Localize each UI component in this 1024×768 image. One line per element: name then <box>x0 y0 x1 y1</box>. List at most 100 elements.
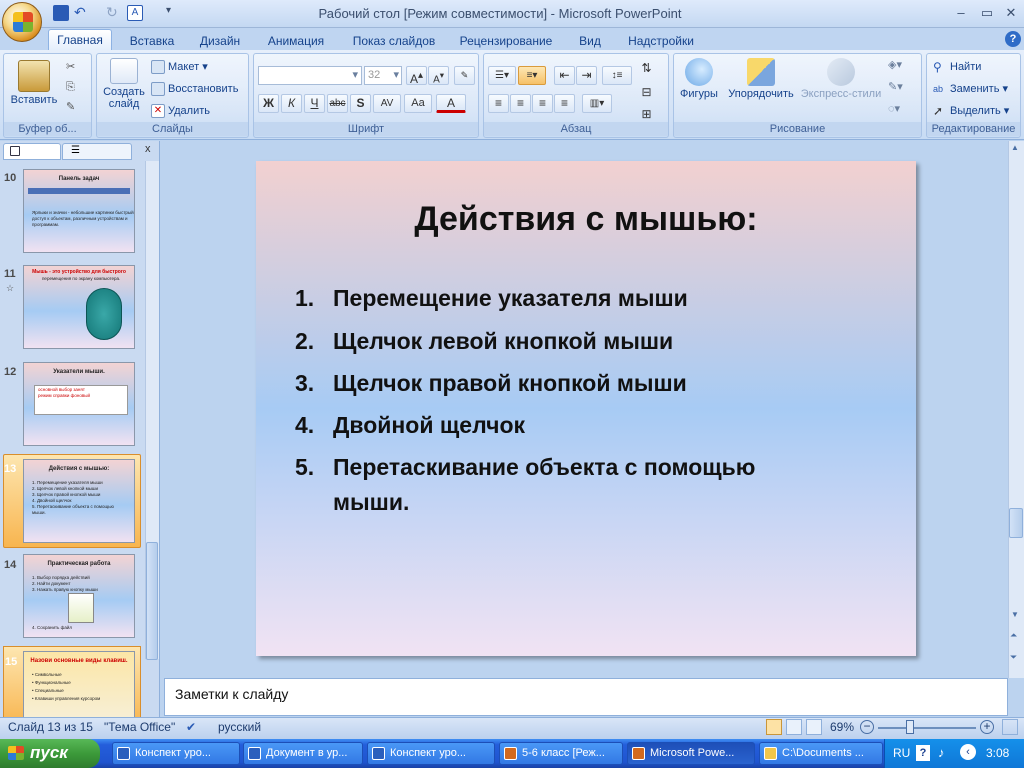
taskbar-item[interactable]: Документ в ур... <box>243 742 363 765</box>
align-center-icon[interactable]: ≡ <box>510 94 531 113</box>
slide-thumbnail-11[interactable]: Мышь - это устройство для быстрого перем… <box>23 265 135 349</box>
justify-icon[interactable]: ≡ <box>554 94 575 113</box>
notes-pane[interactable]: Заметки к слайду <box>164 678 1008 716</box>
slide-scrollbar[interactable] <box>1008 141 1024 678</box>
line-spacing-icon[interactable]: ↕≡ <box>602 66 632 85</box>
strikethrough-button[interactable]: abc <box>327 94 348 113</box>
tab-home[interactable]: Главная <box>48 29 112 51</box>
format-painter-icon[interactable]: ✎ <box>66 98 75 116</box>
customize-qat-icon[interactable]: ▾ <box>166 5 182 21</box>
bold-button[interactable]: Ж <box>258 94 279 113</box>
undo-icon[interactable]: ↶ <box>74 5 90 21</box>
bullets-icon[interactable]: ☰▾ <box>488 66 516 85</box>
previous-slide-icon[interactable]: ⏶ <box>1010 630 1017 641</box>
font-name-combo[interactable]: ▾ <box>258 66 362 85</box>
close-pane-icon[interactable]: x <box>145 143 151 155</box>
arrange-button[interactable]: Упорядочить <box>724 58 798 100</box>
redo-icon[interactable]: ↻ <box>106 5 122 21</box>
replace-button[interactable]: ab Заменить ▾ <box>933 80 1008 98</box>
expand-tray-icon[interactable]: ‹ <box>960 744 976 760</box>
tab-slides-thumbnails[interactable] <box>3 143 61 160</box>
zoom-out-icon[interactable]: − <box>860 720 874 734</box>
spellcheck-icon[interactable]: ✔ <box>186 720 196 734</box>
slide-thumbnail-10[interactable]: Панель задач Ярлыки и значки - небольшие… <box>23 169 135 253</box>
slide-thumbnail-14[interactable]: Практическая работа 1. Выбор порядка дей… <box>23 554 135 638</box>
next-slide-icon[interactable]: ⏷ <box>1010 652 1017 663</box>
paste-button[interactable]: Вставить <box>8 60 60 106</box>
language-indicator[interactable]: русский <box>218 720 261 734</box>
shape-outline-icon[interactable]: ✎▾ <box>888 78 903 96</box>
char-spacing-button[interactable]: AV <box>373 94 401 113</box>
shadow-button[interactable]: S <box>350 94 371 113</box>
delete-slide-button[interactable]: ✕ Удалить <box>151 102 210 120</box>
align-left-icon[interactable]: ≡ <box>488 94 509 113</box>
clear-format-icon[interactable]: ✎ <box>454 66 475 85</box>
speaker-icon[interactable]: ♪ <box>938 745 945 760</box>
scroll-down-icon[interactable]: ▼ <box>1011 610 1019 619</box>
reset-button[interactable]: Восстановить <box>151 80 238 98</box>
fit-to-window-icon[interactable] <box>1002 719 1018 735</box>
normal-view-icon[interactable] <box>766 719 782 735</box>
underline-button[interactable]: Ч <box>304 94 325 113</box>
tab-animation[interactable]: Анимация <box>260 32 332 50</box>
numbering-icon[interactable]: ≡▾ <box>518 66 546 85</box>
quick-styles-button[interactable]: Экспресс-стили <box>798 58 884 100</box>
align-right-icon[interactable]: ≡ <box>532 94 553 113</box>
taskbar-item[interactable]: C:\Documents ... <box>759 742 883 765</box>
zoom-slider-track[interactable] <box>878 727 976 729</box>
slide-list-item[interactable]: 5. Перетаскивание объекта с помощью <box>295 449 755 485</box>
cut-icon[interactable]: ✂ <box>66 58 75 76</box>
font-size-combo[interactable]: 32 ▾ <box>364 66 402 85</box>
font-color-button[interactable]: A <box>436 94 466 113</box>
close-button[interactable]: ✕ <box>998 4 1024 22</box>
save-icon[interactable] <box>53 5 69 21</box>
change-case-button[interactable]: Aa <box>404 94 432 113</box>
maximize-button[interactable]: ▭ <box>974 4 1000 22</box>
shrink-font-icon[interactable]: A▾ <box>428 66 449 85</box>
increase-indent-icon[interactable]: ⇥ <box>576 66 597 85</box>
taskbar-item[interactable]: Конспект уро... <box>112 742 240 765</box>
align-text-icon[interactable]: ⊟ <box>636 84 657 103</box>
slide-thumbnail-15[interactable]: Назови основные виды клавиш. • Символьны… <box>23 651 135 717</box>
slide-list-item[interactable]: 1. Перемещение указателя мыши <box>295 280 688 316</box>
find-button[interactable]: ⚲ Найти <box>933 58 981 76</box>
decrease-indent-icon[interactable]: ⇤ <box>554 66 575 85</box>
office-button[interactable] <box>2 2 42 42</box>
zoom-in-icon[interactable]: + <box>980 720 994 734</box>
slide-list-item[interactable]: 4. Двойной щелчок <box>295 407 525 443</box>
new-slide-button[interactable]: Создать слайд <box>99 58 149 110</box>
taskbar-item[interactable]: Конспект уро... <box>367 742 495 765</box>
shapes-button[interactable]: Фигуры <box>676 58 722 100</box>
shape-effects-icon[interactable]: ◌▾ <box>888 100 900 118</box>
tab-slideshow[interactable]: Показ слайдов <box>344 32 444 50</box>
zoom-slider-thumb[interactable] <box>906 720 914 734</box>
tab-design[interactable]: Дизайн <box>192 32 248 50</box>
help-icon[interactable]: ? <box>1005 31 1021 47</box>
slide-list-item-continued[interactable]: мыши. <box>333 484 409 520</box>
tab-insert[interactable]: Вставка <box>124 32 180 50</box>
slide-list-item[interactable]: 2. Щелчок левой кнопкой мыши <box>295 323 673 359</box>
taskbar-item[interactable]: 5-6 класс [Реж... <box>499 742 623 765</box>
tab-view[interactable]: Вид <box>570 32 610 50</box>
slide-sorter-icon[interactable] <box>786 719 802 735</box>
slides-pane-scroll-thumb[interactable] <box>146 542 158 660</box>
tab-addins[interactable]: Надстройки <box>620 32 702 50</box>
slide-scroll-thumb[interactable] <box>1009 508 1023 538</box>
input-language[interactable]: RU <box>893 746 910 760</box>
select-button[interactable]: ➚ Выделить ▾ <box>933 102 1009 120</box>
italic-button[interactable]: К <box>281 94 302 113</box>
tab-review[interactable]: Рецензирование <box>454 32 558 50</box>
slide-list-item[interactable]: 3. Щелчок правой кнопкой мыши <box>295 365 687 401</box>
slide-title[interactable]: Действия с мышью: <box>256 200 916 239</box>
scroll-up-icon[interactable]: ▲ <box>1011 143 1019 152</box>
text-direction-icon[interactable]: ⇅ <box>636 60 657 79</box>
copy-icon[interactable]: ⎘ <box>66 78 75 96</box>
tab-outline[interactable]: ☰ <box>62 143 132 160</box>
taskbar-item-active[interactable]: Microsoft Powe... <box>627 742 755 765</box>
shape-fill-icon[interactable]: ◈▾ <box>888 56 902 74</box>
grow-font-icon[interactable]: A▴ <box>406 66 427 86</box>
help-tray-icon[interactable]: ? <box>916 745 930 761</box>
slide-thumbnail-12[interactable]: Указатели мыши. основной выбор занят реж… <box>23 362 135 446</box>
slideshow-view-icon[interactable] <box>806 719 822 735</box>
font-qat-icon[interactable]: A <box>127 5 143 21</box>
